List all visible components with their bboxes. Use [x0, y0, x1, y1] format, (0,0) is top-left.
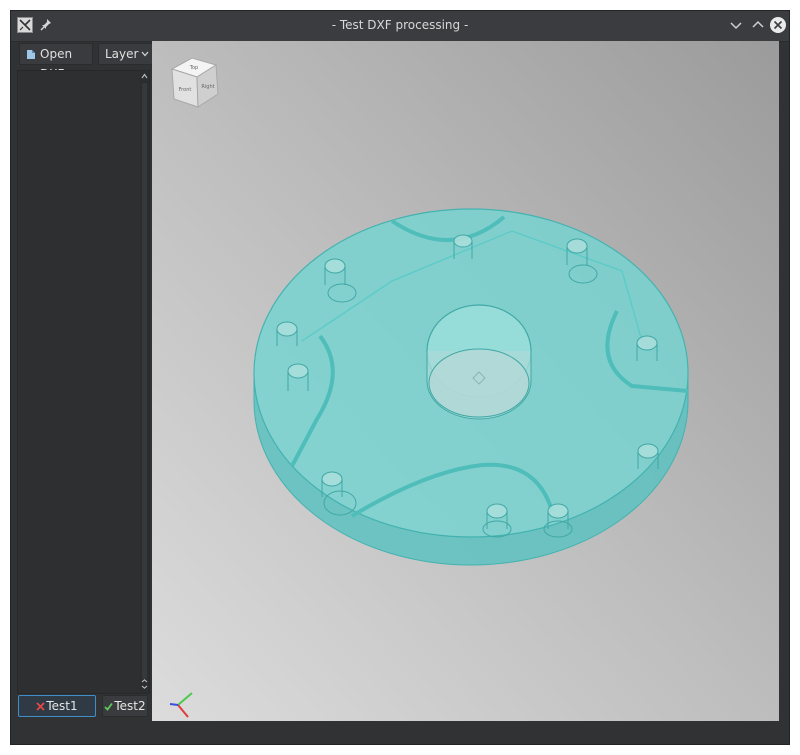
minimize-button[interactable]: [727, 16, 745, 34]
bolt-hole: [453, 234, 473, 248]
test1-content: Test1: [19, 699, 95, 713]
bolt-hole: [637, 443, 659, 459]
nav-cube-front-label[interactable]: Front: [179, 87, 192, 93]
3d-viewport[interactable]: Top Front Right: [152, 41, 779, 721]
close-icon: [770, 17, 786, 33]
bolt-hole: [636, 335, 658, 351]
bolt-hole: [287, 363, 309, 379]
left-panel: Open DXF Layer Test1 Test2: [14, 42, 154, 722]
close-button[interactable]: [769, 16, 787, 34]
panel-toolbar: Open DXF Layer: [16, 43, 154, 81]
layer-dropdown[interactable]: Layer: [98, 43, 154, 65]
dxf-part-model[interactable]: [253, 208, 689, 566]
chevron-up-icon: [752, 20, 764, 28]
central-bore-bottom: [428, 348, 530, 418]
maximize-button[interactable]: [749, 16, 767, 34]
open-dxf-button[interactable]: Open DXF: [19, 43, 93, 81]
chevron-down-icon: [141, 51, 149, 57]
test1-label: Test1: [46, 699, 78, 713]
bolt-hole: [276, 321, 298, 337]
chevron-down-icon: [730, 22, 742, 30]
bolt-hole: [486, 503, 508, 519]
cross-icon: [36, 702, 45, 711]
bolt-hole: [321, 471, 343, 487]
scroll-up-arrow-icon[interactable]: [141, 73, 148, 79]
vertical-scrollbar[interactable]: [140, 71, 149, 693]
test2-label: Test2: [114, 699, 146, 713]
scroll-track[interactable]: [142, 83, 147, 679]
axis-triad-icon: [169, 692, 193, 718]
window-title: - Test DXF processing -: [331, 18, 469, 32]
navigation-cube[interactable]: Top Front Right: [170, 57, 219, 108]
layer-list[interactable]: [17, 70, 150, 694]
layer-dropdown-label: Layer: [105, 47, 139, 61]
test1-button[interactable]: Test1: [18, 695, 96, 717]
file-icon: [27, 50, 35, 59]
test2-content: Test2: [103, 699, 147, 713]
bolt-hole: [324, 258, 346, 274]
title-bar[interactable]: - Test DXF processing -: [11, 11, 789, 42]
check-icon: [104, 702, 114, 711]
bolt-hole: [547, 503, 569, 519]
3d-scene[interactable]: Top Front Right: [152, 41, 779, 721]
bolt-hole: [566, 238, 588, 254]
nav-cube-right-label[interactable]: Right: [201, 84, 214, 90]
test2-button[interactable]: Test2: [102, 695, 148, 717]
nav-cube-top-label[interactable]: Top: [189, 65, 198, 71]
scroll-down-arrow-icon[interactable]: [141, 679, 148, 689]
app-window: - Test DXF processing - Open DXF Layer: [10, 10, 790, 745]
